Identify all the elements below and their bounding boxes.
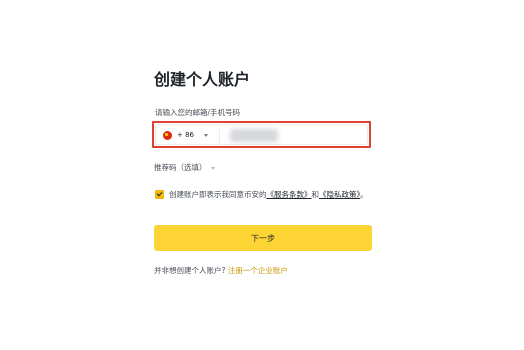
terms-of-service-link[interactable]: 《服务条款》 bbox=[267, 190, 312, 199]
china-flag-icon bbox=[163, 131, 172, 140]
agreement-conjunction: 和 bbox=[311, 190, 320, 199]
chevron-down-icon bbox=[204, 134, 208, 137]
privacy-policy-link[interactable]: 《隐私政策》 bbox=[319, 190, 360, 199]
agreement-checkbox[interactable] bbox=[155, 190, 164, 199]
signup-page: 创建个人账户 请输入您的邮箱/手机号码 + 86 推荐码（选填） 创建账户即表示… bbox=[0, 0, 524, 350]
phone-input-inner: + 86 bbox=[155, 124, 368, 145]
chevron-down-icon bbox=[210, 166, 215, 170]
next-button[interactable]: 下一步 bbox=[154, 225, 372, 251]
referral-code-label: 推荐码（选填） bbox=[154, 163, 207, 172]
footer-question: 并非想创建个人账户? bbox=[154, 266, 228, 275]
blurred-phone-value bbox=[230, 129, 278, 142]
agreement-prefix: 创建账户即表示我同意币安的 bbox=[169, 190, 267, 199]
footer-prompt: 并非想创建个人账户? 注册一个企业账户 bbox=[154, 265, 288, 276]
enterprise-signup-link[interactable]: 注册一个企业账户 bbox=[228, 266, 288, 275]
divider bbox=[219, 129, 220, 144]
country-code-select[interactable]: + 86 bbox=[156, 125, 219, 144]
agreement-text: 创建账户即表示我同意币安的《服务条款》和《隐私政策》。 bbox=[169, 189, 373, 201]
page-title: 创建个人账户 bbox=[154, 70, 251, 89]
email-phone-label: 请输入您的邮箱/手机号码 bbox=[155, 108, 241, 117]
dial-code: + 86 bbox=[177, 131, 194, 139]
phone-input-group: + 86 bbox=[152, 121, 371, 148]
phone-number-input[interactable] bbox=[226, 125, 363, 144]
agreement-suffix: 。 bbox=[360, 190, 368, 199]
referral-code-toggle[interactable]: 推荐码（选填） bbox=[154, 162, 215, 173]
